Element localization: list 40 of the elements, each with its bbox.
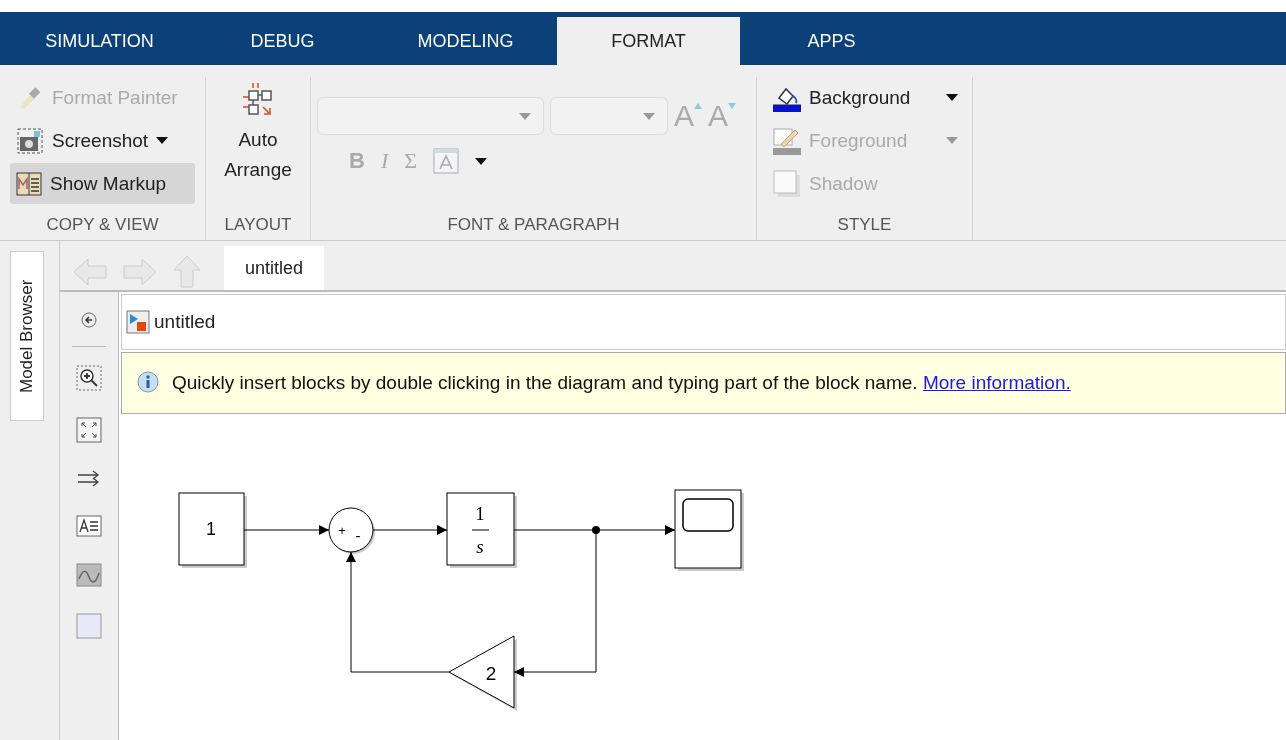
section-label: FONT & PARAGRAPH (446, 214, 621, 236)
info-message: Quickly insert blocks by double clicking in the diagram and typing part of the block name. More information. (172, 372, 1071, 394)
document-tab[interactable]: untitled (224, 246, 324, 290)
gain-block: 2 (448, 635, 517, 711)
image-icon[interactable] (76, 563, 102, 587)
caret-icon (946, 137, 958, 144)
section-label: COPY & VIEW (45, 214, 160, 236)
caret-icon (946, 94, 958, 101)
fit-view-icon[interactable] (76, 417, 102, 443)
model-icon (126, 310, 150, 334)
section-label: LAYOUT (223, 214, 293, 236)
pencil-icon (773, 126, 801, 155)
up-triangle-icon (694, 103, 702, 109)
auto-arrange-button[interactable]: Auto Arrange (218, 77, 298, 210)
ribbon-tab[interactable]: FORMAT (557, 17, 740, 65)
caret-icon (643, 112, 655, 120)
ribbon-tab[interactable]: APPS (740, 17, 923, 65)
ribbon-tab[interactable]: DEBUG (191, 17, 374, 65)
shadow-icon (773, 169, 801, 198)
zoom-icon[interactable] (76, 365, 102, 391)
markup-icon (16, 170, 42, 197)
annotation-icon[interactable] (76, 515, 102, 537)
section-label: STYLE (836, 214, 893, 236)
more-information-link[interactable]: More information. (922, 372, 1071, 393)
ribbon-button[interactable]: Show Markup (10, 163, 195, 204)
integrator-block: 1 s (446, 492, 517, 568)
constant-block: 1 (178, 492, 247, 568)
breadcrumb-link[interactable]: untitled (154, 311, 216, 333)
sum-block: + - (328, 507, 375, 554)
camera-icon (16, 126, 44, 155)
caret-icon (519, 112, 531, 120)
info-icon (136, 371, 160, 395)
ribbon-tab[interactable]: MODELING (374, 17, 557, 65)
ribbon-button[interactable]: Background (767, 77, 962, 118)
caret-icon (156, 137, 169, 144)
ribbon-button[interactable]: Screenshot (10, 120, 195, 161)
ribbon-tab[interactable]: SIMULATION (8, 17, 191, 65)
model-browser-tab[interactable]: Model Browser (10, 251, 44, 421)
down-triangle-icon (728, 103, 737, 109)
collapse-icon[interactable] (81, 312, 97, 328)
